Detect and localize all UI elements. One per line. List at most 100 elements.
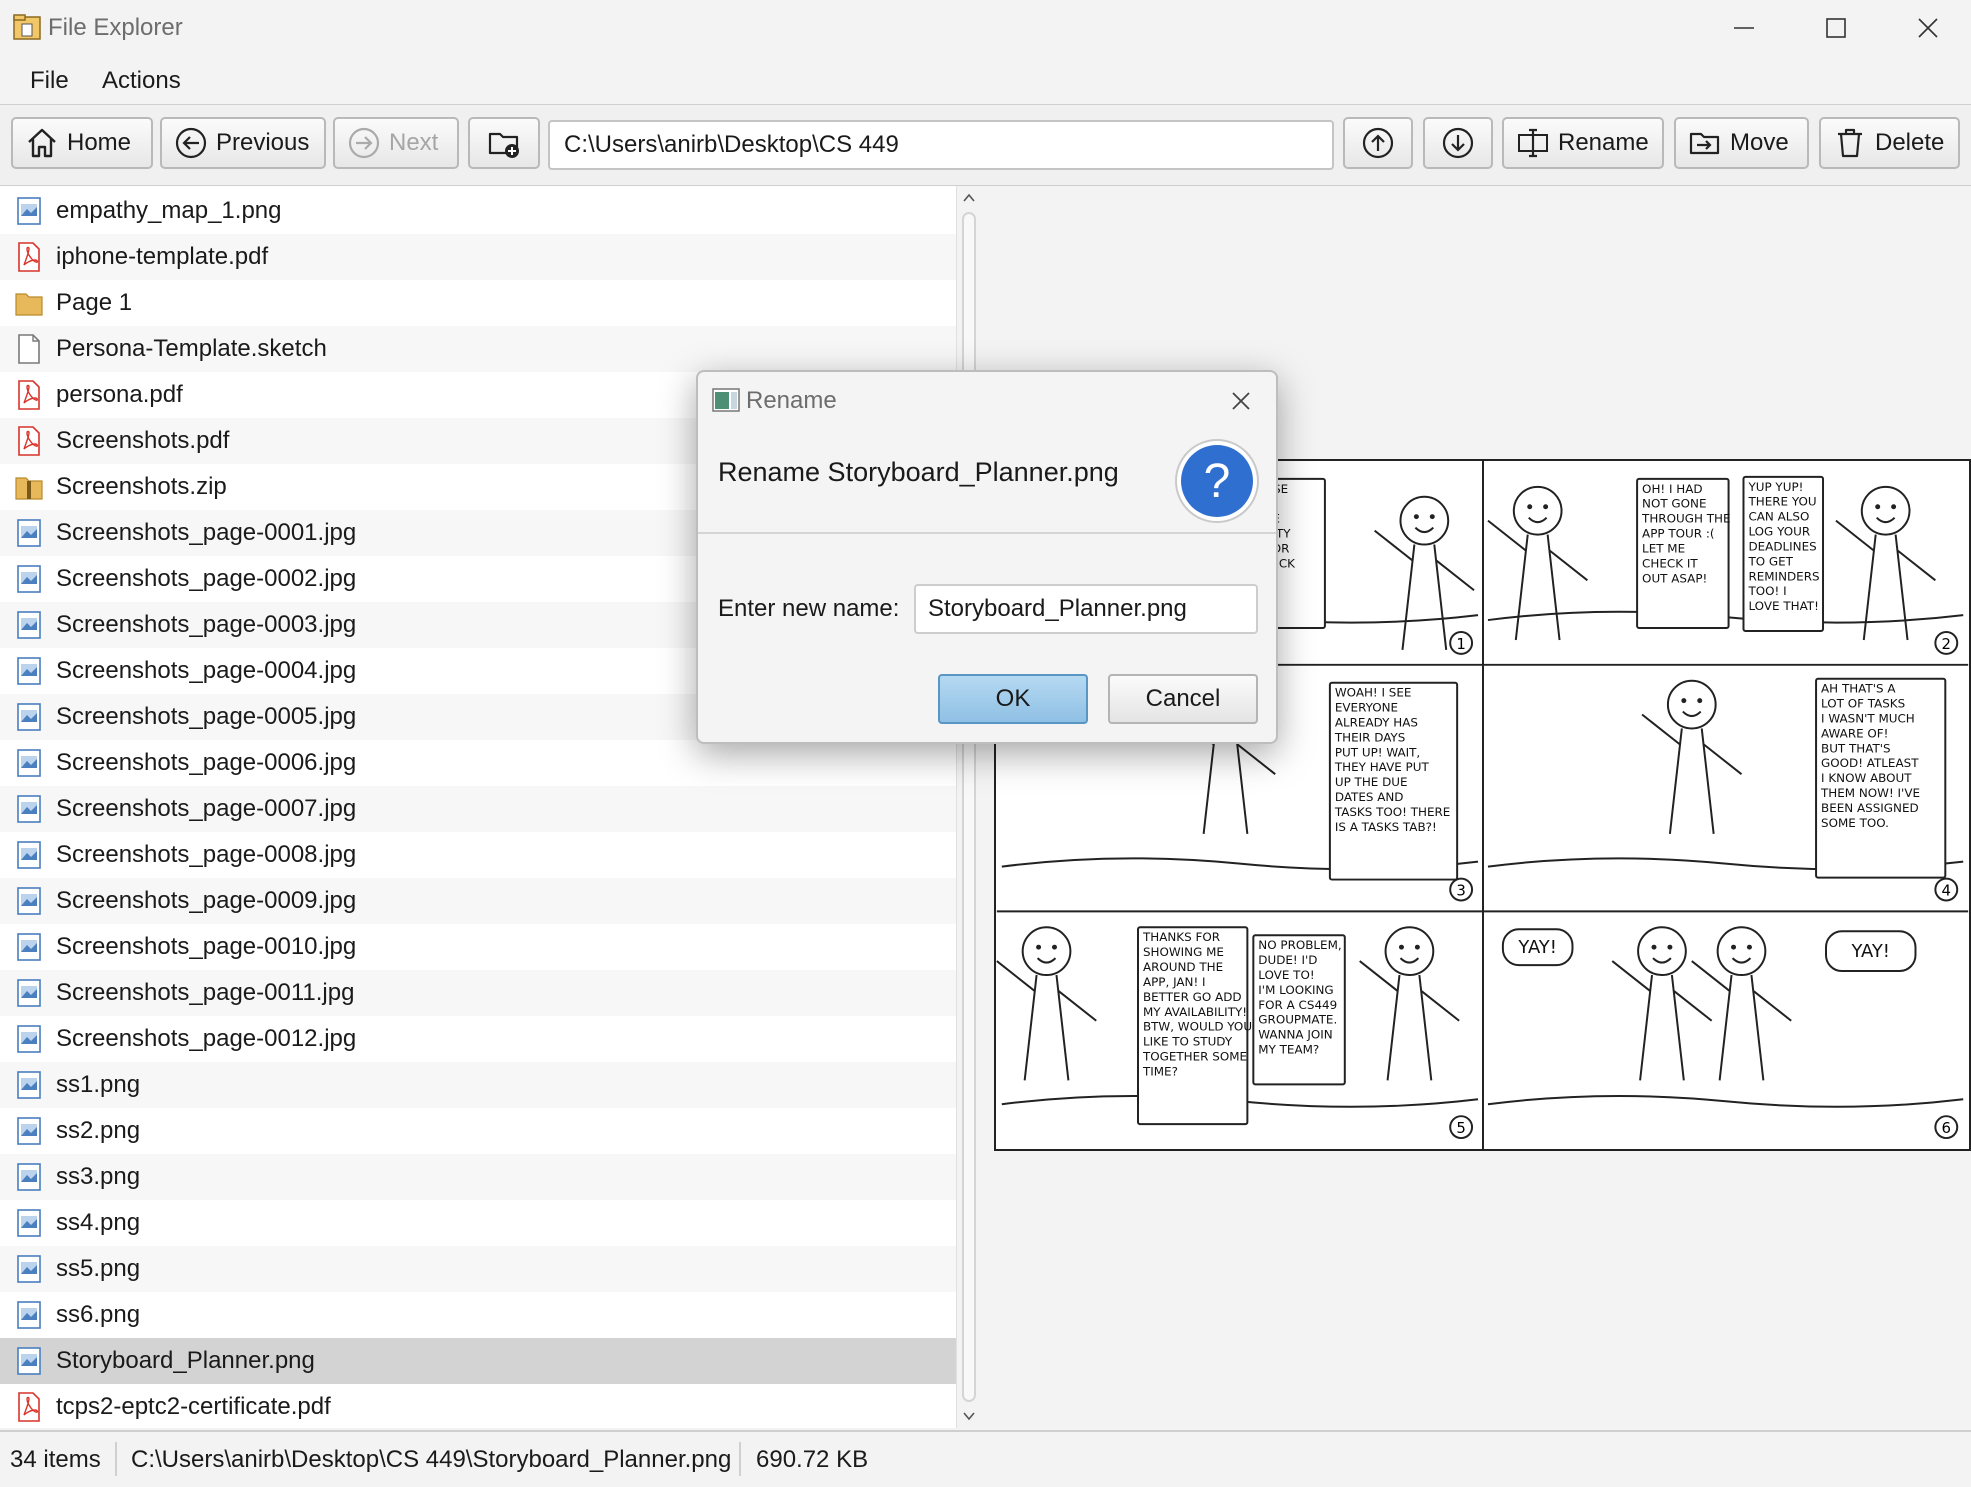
image-file-icon xyxy=(17,519,41,547)
new-name-label: Enter new name: xyxy=(718,595,900,622)
file-row[interactable]: Persona-Template.sketch xyxy=(0,326,956,372)
image-file-icon xyxy=(17,1347,41,1375)
close-icon[interactable] xyxy=(1224,384,1258,418)
panel-number: 1 xyxy=(1456,635,1465,653)
speech-text: DATES AND xyxy=(1335,790,1404,804)
speech-text: AWARE OF! xyxy=(1821,726,1888,740)
delete-label: Delete xyxy=(1875,129,1945,156)
file-row[interactable]: Screenshots_page-0012.jpg xyxy=(0,1016,956,1062)
image-file-icon xyxy=(17,795,41,823)
dialog-window-icon xyxy=(712,388,740,412)
scroll-down-icon[interactable] xyxy=(961,1408,977,1424)
image-file-icon xyxy=(17,1025,41,1053)
arrow-down-circle-icon xyxy=(1442,127,1474,159)
speech-text: YUP YUP! xyxy=(1747,480,1803,494)
minimize-button[interactable] xyxy=(1698,0,1790,56)
delete-button[interactable]: Delete xyxy=(1819,117,1960,169)
menu-actions[interactable]: Actions xyxy=(102,66,181,96)
speech-text: THANKS FOR xyxy=(1142,930,1220,944)
file-row[interactable]: Page 1 xyxy=(0,280,956,326)
path-input[interactable]: C:\Users\anirb\Desktop\CS 449 xyxy=(548,120,1334,170)
rename-icon xyxy=(1518,128,1548,158)
image-file-icon xyxy=(17,979,41,1007)
image-file-icon xyxy=(17,841,41,869)
question-icon: ? xyxy=(1175,439,1259,523)
file-row[interactable]: empathy_map_1.png xyxy=(0,188,956,234)
file-name: ss4.png xyxy=(56,1209,141,1236)
file-row[interactable]: iphone-template.pdf xyxy=(0,234,956,280)
file-row[interactable]: Screenshots_page-0007.jpg xyxy=(0,786,956,832)
speech-text: SHOWING ME xyxy=(1143,945,1224,959)
move-button[interactable]: Move xyxy=(1674,117,1809,169)
file-name: Screenshots_page-0008.jpg xyxy=(56,841,357,868)
speech-text: THEM NOW! I'VE xyxy=(1820,786,1920,800)
file-row[interactable]: Screenshots_page-0006.jpg xyxy=(0,740,956,786)
speech-text: LET ME xyxy=(1642,541,1685,555)
file-row[interactable]: Storyboard_Planner.png xyxy=(0,1338,956,1384)
file-name: ss5.png xyxy=(56,1255,141,1282)
image-file-icon xyxy=(17,1071,41,1099)
maximize-button[interactable] xyxy=(1790,0,1882,56)
file-name: Page 1 xyxy=(56,289,133,316)
speech-text: I WASN'T MUCH xyxy=(1821,711,1915,725)
rename-button[interactable]: Rename xyxy=(1502,117,1664,169)
scroll-up-icon[interactable] xyxy=(961,190,977,206)
dialog-title: Rename xyxy=(746,387,837,414)
file-name: Screenshots_page-0007.jpg xyxy=(56,795,357,822)
file-row[interactable]: ss5.png xyxy=(0,1246,956,1292)
speech-text: I KNOW ABOUT xyxy=(1821,771,1912,785)
title-bar: File Explorer xyxy=(0,0,1971,56)
file-row[interactable]: tcps2-eptc2-certificate.pdf xyxy=(0,1384,956,1428)
ok-button[interactable]: OK xyxy=(938,674,1088,724)
dialog-message: Rename Storyboard_Planner.png xyxy=(718,457,1119,487)
panel-number: 3 xyxy=(1456,881,1465,899)
download-button[interactable] xyxy=(1423,117,1493,169)
panel-number: 4 xyxy=(1942,881,1951,899)
file-name: Screenshots.zip xyxy=(56,473,227,500)
close-button[interactable] xyxy=(1882,0,1971,56)
new-name-input[interactable] xyxy=(914,584,1258,634)
file-row[interactable]: ss3.png xyxy=(0,1154,956,1200)
menu-file[interactable]: File xyxy=(30,66,69,96)
home-button[interactable]: Home xyxy=(11,117,153,169)
menu-bar: File Actions xyxy=(0,56,1971,106)
speech-text: EVERYONE xyxy=(1335,701,1398,715)
image-file-icon xyxy=(17,657,41,685)
image-file-icon xyxy=(17,1117,41,1145)
next-button[interactable]: Next xyxy=(333,117,459,169)
file-row[interactable]: Screenshots_page-0009.jpg xyxy=(0,878,956,924)
file-row[interactable]: Screenshots_page-0010.jpg xyxy=(0,924,956,970)
file-row[interactable]: ss6.png xyxy=(0,1292,956,1338)
image-file-icon xyxy=(17,565,41,593)
file-row[interactable]: ss4.png xyxy=(0,1200,956,1246)
file-row[interactable]: Screenshots_page-0008.jpg xyxy=(0,832,956,878)
speech-text: LOG YOUR xyxy=(1748,525,1810,539)
speech-text: IS A TASKS TAB?! xyxy=(1335,820,1437,834)
file-name: persona.pdf xyxy=(56,381,183,408)
file-name: Storyboard_Planner.png xyxy=(56,1347,315,1374)
status-divider xyxy=(739,1442,741,1476)
file-name: ss2.png xyxy=(56,1117,141,1144)
file-row[interactable]: Screenshots_page-0011.jpg xyxy=(0,970,956,1016)
speech-text: WOAH! I SEE xyxy=(1335,686,1412,700)
app-folder-icon xyxy=(13,14,41,40)
cancel-button[interactable]: Cancel xyxy=(1108,674,1258,724)
speech-text: LOT OF TASKS xyxy=(1821,697,1905,711)
file-row[interactable]: ss2.png xyxy=(0,1108,956,1154)
character-sketch xyxy=(1487,485,1589,641)
speech-text: APP TOUR :( xyxy=(1642,527,1714,541)
speech-text: REMINDERS xyxy=(1748,569,1819,583)
upload-button[interactable] xyxy=(1343,117,1413,169)
storyboard-panel: OH! I HADNOT GONETHROUGH THEAPP TOUR :(L… xyxy=(1487,475,1964,655)
status-divider xyxy=(115,1442,117,1476)
file-name: Screenshots_page-0003.jpg xyxy=(56,611,357,638)
arrow-left-circle-icon xyxy=(175,127,207,159)
speech-text: THERE YOU xyxy=(1747,495,1816,509)
speech-text: MY TEAM? xyxy=(1258,1043,1319,1057)
image-file-icon xyxy=(17,1163,41,1191)
previous-button[interactable]: Previous xyxy=(160,117,326,169)
storyboard-panel: YAY! YAY! 6 xyxy=(1487,926,1964,1140)
character-sketch xyxy=(1835,485,1936,641)
new-folder-button[interactable] xyxy=(468,117,540,169)
file-row[interactable]: ss1.png xyxy=(0,1062,956,1108)
